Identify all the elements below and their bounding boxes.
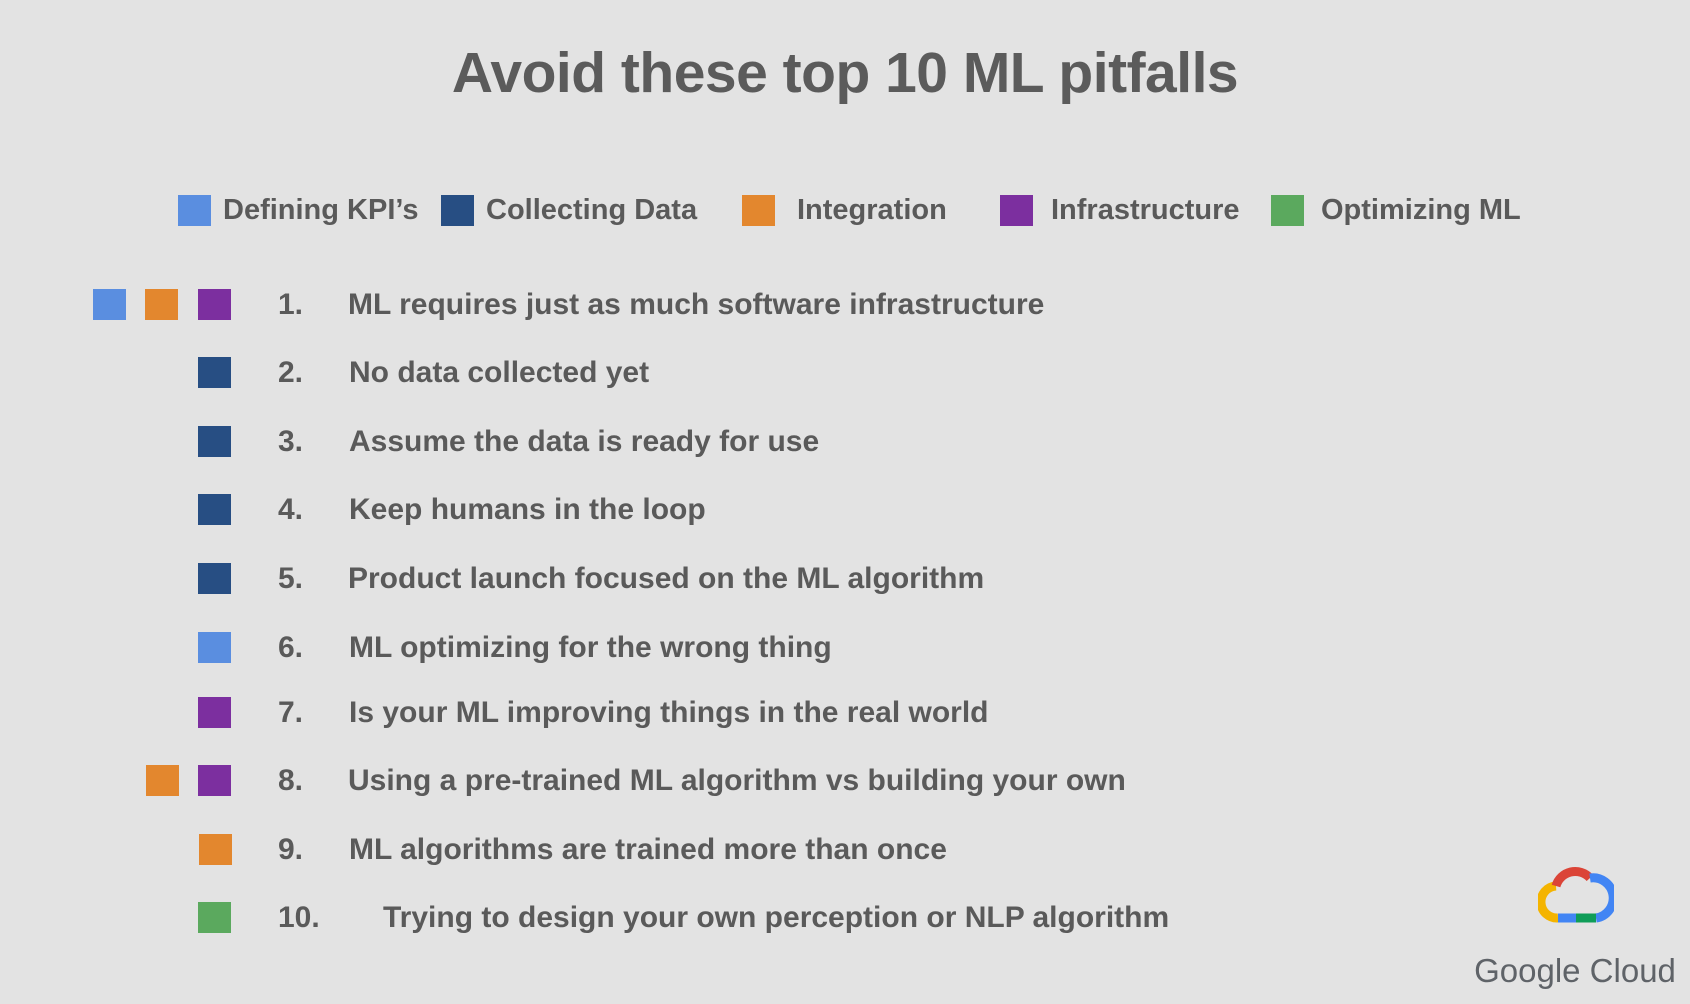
category-tag [93,289,126,320]
category-tag [198,563,231,594]
category-tag [198,632,231,663]
pitfall-number: 9. [278,833,304,866]
category-tag [198,289,231,320]
pitfall-number: 10. [278,901,320,934]
pitfall-item: 7. Is your ML improving things in the re… [0,693,1400,733]
pitfall-text: ML optimizing for the wrong thing [349,631,832,664]
pitfall-number: 3. [278,425,304,458]
pitfall-number: 1. [278,288,304,321]
category-tag [145,289,178,320]
pitfall-text: Trying to design your own perception or … [383,901,1170,934]
pitfall-number: 8. [278,764,304,797]
pitfall-text: Keep humans in the loop [349,493,706,526]
google-cloud-logo-icon [1538,867,1614,923]
pitfall-item: 9. ML algorithms are trained more than o… [0,830,1400,870]
pitfall-text: ML requires just as much software infras… [348,288,1045,321]
pitfall-number: 4. [278,493,304,526]
category-tag [198,357,231,388]
pitfall-item: 4. Keep humans in the loop [0,490,1400,530]
pitfall-text: No data collected yet [349,356,650,389]
category-tag [198,494,231,525]
pitfall-text: Product launch focused on the ML algorit… [348,562,985,595]
pitfall-number: 7. [278,696,304,729]
pitfall-item: 5. Product launch focused on the ML algo… [0,559,1400,599]
category-tag [146,765,179,796]
category-tag [198,697,231,728]
pitfall-item: 2. No data collected yet [0,353,1400,393]
pitfall-number: 2. [278,356,304,389]
category-tag [198,902,231,933]
logo-wordmark: Google Cloud [1474,952,1676,989]
pitfall-number: 5. [278,562,304,595]
pitfall-list: 1. ML requires just as much software inf… [0,0,1690,1004]
pitfall-text: ML algorithms are trained more than once [349,833,947,866]
pitfall-item: 1. ML requires just as much software inf… [0,285,1400,325]
google-cloud-logo: Google Cloud [1470,860,1680,1000]
pitfall-number: 6. [278,631,304,664]
pitfall-text: Using a pre-trained ML algorithm vs buil… [348,764,1126,797]
pitfall-item: 10. Trying to design your own perception… [0,898,1400,938]
category-tag [199,834,232,865]
category-tag [198,426,231,457]
pitfall-item: 3. Assume the data is ready for use [0,422,1400,462]
pitfall-item: 8. Using a pre-trained ML algorithm vs b… [0,761,1400,801]
category-tag [198,765,231,796]
pitfall-item: 6. ML optimizing for the wrong thing [0,628,1400,668]
pitfall-text: Is your ML improving things in the real … [349,696,989,729]
pitfall-text: Assume the data is ready for use [349,425,820,458]
